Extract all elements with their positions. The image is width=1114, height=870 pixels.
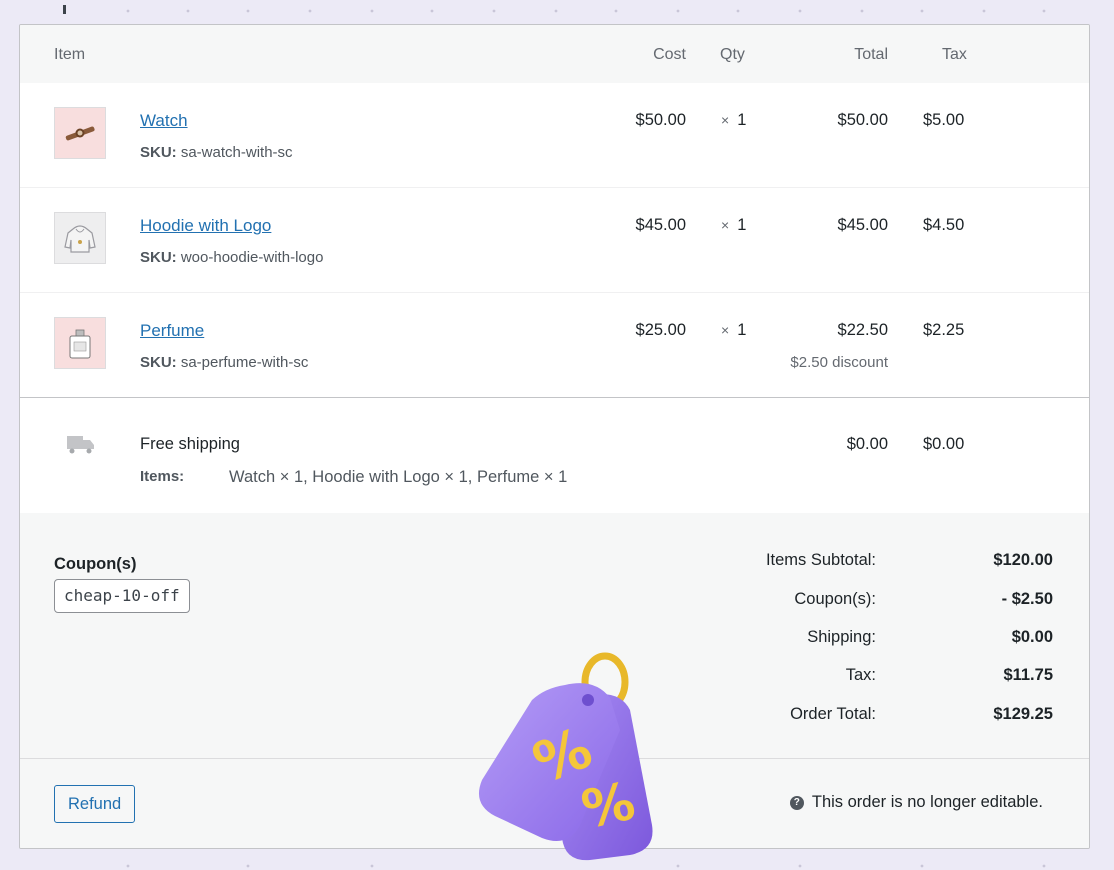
header-total: Total (854, 46, 888, 63)
shipping-value: $0.00 (1011, 628, 1053, 646)
watch-icon (65, 126, 95, 141)
shipping-items-value: Watch × 1, Hoodie with Logo × 1, Perfume… (229, 468, 568, 486)
shipping-items-label: Items: (140, 468, 185, 485)
qty-value: × 1 (721, 216, 746, 235)
header-cost: Cost (653, 46, 686, 63)
shipping-method: Free shipping (140, 435, 240, 453)
not-editable-notice: ? This order is no longer editable. (789, 793, 1043, 812)
product-thumbnail[interactable] (54, 212, 106, 264)
qty-value: × 1 (721, 321, 746, 340)
shipping-total: $0.00 (846, 435, 888, 453)
tax-value: $2.25 (923, 321, 965, 339)
qty-number: 1 (737, 216, 747, 234)
product-thumbnail[interactable] (54, 317, 106, 369)
coupons-value: - $2.50 (1001, 590, 1053, 608)
notice-text: This order is no longer editable. (811, 793, 1043, 811)
qty-multiplier: × (721, 217, 730, 233)
product-link-perfume[interactable]: Perfume (140, 321, 204, 341)
table-header: Item Cost Qty Total Tax (20, 25, 1089, 83)
qty-value: × 1 (721, 111, 746, 130)
order-total-value: $129.25 (993, 705, 1053, 723)
tax-value: $4.50 (923, 216, 965, 234)
tax-value: $5.00 (923, 111, 965, 129)
sku-label: SKU: (140, 354, 177, 371)
product-link-hoodie[interactable]: Hoodie with Logo (140, 216, 271, 236)
total-value: $50.00 (837, 111, 888, 129)
product-thumbnail[interactable] (54, 107, 106, 159)
total-value: $45.00 (837, 216, 888, 234)
tax-label: Tax: (845, 666, 876, 684)
total-value: $22.50 (837, 321, 888, 339)
qty-multiplier: × (721, 112, 730, 128)
tax-total-value: $11.75 (1003, 666, 1053, 684)
table-row: Perfume SKU: sa-perfume-with-sc $25.00 ×… (20, 293, 1089, 398)
table-row: Hoodie with Logo SKU: woo-hoodie-with-lo… (20, 188, 1089, 293)
product-link-watch[interactable]: Watch (140, 111, 188, 131)
product-sku: SKU: sa-perfume-with-sc (140, 354, 308, 371)
subtotal-value: $120.00 (993, 551, 1053, 569)
question-icon: ? (789, 795, 804, 810)
coupon-code[interactable]: cheap-10-off (54, 579, 190, 613)
hoodie-icon (64, 225, 96, 253)
sku-label: SKU: (140, 249, 177, 266)
discount-note: $2.50 discount (790, 354, 888, 371)
subtotal-label: Items Subtotal: (765, 551, 876, 569)
sku-label: SKU: (140, 144, 177, 161)
table-row: Watch SKU: sa-watch-with-sc $50.00 × 1 $5… (20, 83, 1089, 188)
truck-icon (67, 436, 94, 454)
decorative-dots (126, 864, 1046, 868)
product-sku: SKU: sa-watch-with-sc (140, 144, 293, 161)
cost-value: $45.00 (635, 216, 686, 234)
decorative-dots (63, 5, 1046, 14)
product-sku: SKU: woo-hoodie-with-logo (140, 249, 323, 266)
shipping-label: Shipping: (807, 628, 876, 646)
cost-value: $25.00 (635, 321, 686, 339)
qty-multiplier: × (721, 322, 730, 338)
sku-value: sa-perfume-with-sc (180, 354, 309, 371)
header-qty: Qty (720, 46, 745, 63)
perfume-icon (69, 329, 91, 359)
sku-value: woo-hoodie-with-logo (180, 249, 324, 266)
shipping-row: Free shipping Items: Watch × 1, Hoodie w… (20, 407, 1089, 513)
sku-value: sa-watch-with-sc (180, 144, 293, 161)
header-item: Item (54, 46, 86, 63)
discount-tags-icon: % % (478, 652, 653, 861)
qty-number: 1 (737, 321, 747, 339)
shipping-tax: $0.00 (923, 435, 965, 453)
cost-value: $50.00 (635, 111, 686, 129)
qty-number: 1 (737, 111, 747, 129)
coupons-title: Coupon(s) (54, 555, 137, 573)
order-total-label: Order Total: (790, 705, 876, 723)
coupons-label: Coupon(s): (794, 590, 876, 608)
refund-button[interactable]: Refund (54, 785, 136, 823)
header-tax: Tax (942, 46, 967, 63)
